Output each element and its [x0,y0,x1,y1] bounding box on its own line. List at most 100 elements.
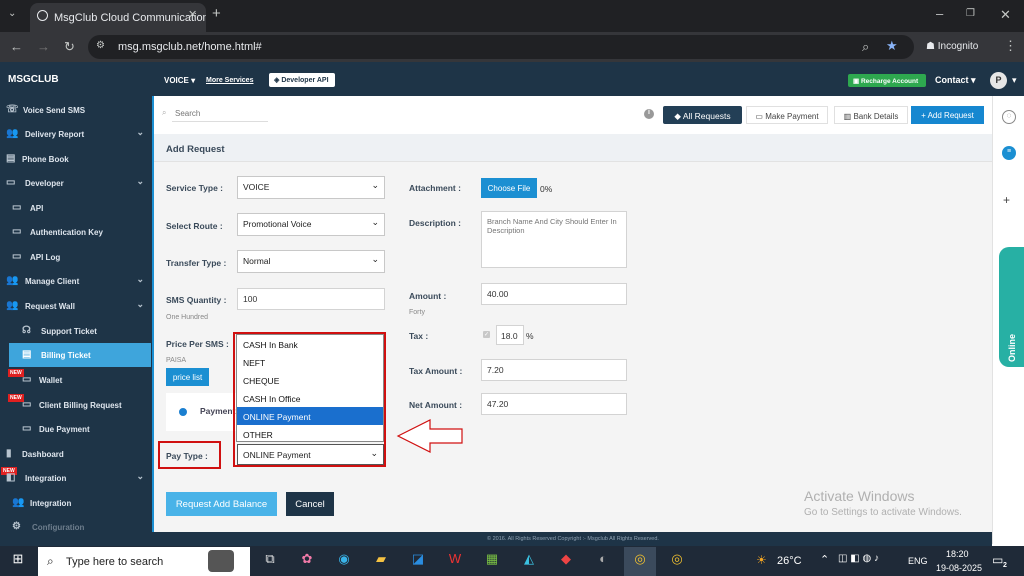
wps-icon[interactable]: W [443,551,467,566]
sidebar-item-api[interactable]: ▭ API [0,196,152,220]
option-online-payment[interactable]: ONLINE Payment [237,407,383,425]
route-select[interactable]: Promotional Voice ⌄ [237,213,385,236]
tax-input[interactable]: 18.0 [496,325,524,345]
sidebar-item-client-billing-request[interactable]: NEW ▭ Client Billing Request [0,393,152,417]
tax-checkbox[interactable]: ✓ [483,331,490,338]
incognito-badge[interactable]: ☗ Incognito [918,37,990,57]
sidebar-item-api-log[interactable]: ▭ API Log [0,245,152,269]
pay-type-dropdown: CASH In Bank NEFT CHEQUE CASH In Office … [236,334,384,442]
clock-time[interactable]: 18:20 [946,549,969,559]
voice-menu[interactable]: VOICE ▾ [164,76,195,85]
windows-start-icon[interactable]: ⊞ [6,551,30,567]
sidebar-item-integration[interactable]: 👥 Integration [0,491,152,515]
task-view-icon[interactable]: ⧉ [258,551,282,567]
price-list-button[interactable]: price list [166,368,209,386]
sidebar-item-support-ticket[interactable]: ☊ Support Ticket [0,319,152,343]
pay-type-select[interactable]: ONLINE Payment ⌄ [237,444,384,465]
list-icon[interactable]: ≡ [1002,146,1016,160]
file-explorer-icon[interactable]: ▰ [369,551,393,567]
make-payment-button[interactable]: ▭ Make Payment [746,106,828,124]
sidebar-item-request-wall[interactable]: 👥 Request Wall ⌄ [0,294,152,318]
weather-icon[interactable]: ☀ [756,553,767,567]
add-request-button[interactable]: + Add Request [911,106,984,124]
activate-windows-subtitle: Go to Settings to activate Windows. [804,507,962,518]
recharge-account-button[interactable]: ▣ Recharge Account [848,74,926,87]
tray-chevron-icon[interactable]: ⌃ [820,553,829,566]
sidebar-item-developer[interactable]: ▭ Developer ⌄ [0,171,152,195]
close-tab-icon[interactable]: ✕ [188,8,197,21]
option-cheque[interactable]: CHEQUE [237,371,383,389]
zoom-icon[interactable]: ⌕ [862,39,869,55]
cancel-button[interactable]: Cancel [286,492,334,516]
sidebar-item-phone-book[interactable]: ▤ Phone Book [0,147,152,171]
headset-icon[interactable]: ◌ [1002,110,1016,124]
avatar-chevron-icon[interactable]: ▾ [1012,75,1017,86]
chrome-icon[interactable]: ◎ [665,551,689,567]
bookmark-star-icon[interactable]: ★ [886,38,898,54]
option-cash-in-office[interactable]: CASH In Office [237,389,383,407]
search-input[interactable] [172,106,268,122]
temperature[interactable]: 26°C [777,555,802,567]
new-tab-icon[interactable]: + [212,5,221,22]
bank-details-button[interactable]: ▥ Bank Details [834,106,908,124]
sms-quantity-input[interactable]: 100 [237,288,385,310]
sidebar-item-voice-send-sms[interactable]: ☏ Voice Send SMS [0,98,152,122]
option-other[interactable]: OTHER [237,425,383,443]
back-icon[interactable]: ← [10,39,23,54]
sidebar-item-due-payment[interactable]: ▭ Due Payment [0,417,152,441]
info-icon[interactable]: i [644,109,654,119]
transfer-type-label: Transfer Type : [166,258,227,268]
add-icon[interactable]: + [1003,193,1010,207]
chrome-icon[interactable]: ◎ [628,551,652,567]
amount-input[interactable]: 40.00 [481,283,627,305]
anydesk-icon[interactable]: ◆ [554,551,578,567]
all-requests-button[interactable]: ◆ All Requests [663,106,742,124]
reload-icon[interactable]: ↻ [64,39,75,55]
description-textarea[interactable] [481,211,627,268]
pay-type-value: ONLINE Payment [243,450,311,460]
request-add-balance-button[interactable]: Request Add Balance [166,492,277,516]
edge-icon[interactable]: ◉ [332,551,356,567]
notifications-icon[interactable]: ▭ [992,553,1003,567]
avatar[interactable]: P [990,72,1007,89]
sidebar-item-integration-group[interactable]: NEW ◧ Integration ⌄ [0,466,152,490]
sidebar-item-dashboard[interactable]: ▮ Dashboard [0,442,152,466]
developer-api-button[interactable]: ◈ Developer API [269,73,335,87]
camera-icon[interactable] [208,550,234,572]
sidebar-item-authentication-key[interactable]: ▭ Authentication Key [0,220,152,244]
close-window-icon[interactable]: ✕ [1000,7,1011,23]
restore-icon[interactable]: ❐ [966,8,975,19]
copilot-icon[interactable]: ✿ [295,551,319,567]
option-neft[interactable]: NEFT [237,353,383,371]
tax-amount-input[interactable]: 7.20 [481,359,627,381]
sidebar-item-billing-ticket[interactable]: ▤ Billing Ticket [9,343,151,367]
spreadsheet-icon[interactable]: ▦ [480,551,504,567]
sidebar-item-manage-client[interactable]: 👥 Manage Client ⌄ [0,269,152,293]
app-icon[interactable]: ◐ [591,551,615,566]
more-services-link[interactable]: More Services [206,77,253,84]
contact-menu[interactable]: Contact ▾ [935,75,976,86]
language[interactable]: ENG [908,556,928,566]
browser-menu-icon[interactable]: ⋮ [1004,38,1017,54]
service-type-select[interactable]: VOICE ⌄ [237,176,385,199]
tray-icons[interactable]: ◫ ◧ ◍ ♪ [838,553,879,564]
chevron-down-icon: ⌄ [370,448,378,458]
brand-logo[interactable]: MSGCLUB [8,74,59,85]
option-cash-in-bank[interactable]: CASH In Bank [237,335,383,353]
outlook-icon[interactable]: ◪ [406,551,430,567]
choose-file-button[interactable]: Choose File [481,178,537,198]
url-field[interactable]: msg.msgclub.net/home.html# [88,35,914,59]
browser-tab[interactable]: MsgClub Cloud Communication [30,3,206,32]
minimize-icon[interactable]: – [936,6,943,21]
net-amount-input[interactable]: 47.20 [481,393,627,415]
clock-date[interactable]: 19-08-2025 [936,563,982,573]
transfer-type-select[interactable]: Normal ⌄ [237,250,385,273]
site-info-icon[interactable]: ⚙ [96,40,105,51]
payment-radio[interactable] [179,408,187,416]
app-icon[interactable]: ◭ [517,551,541,567]
sidebar-item-delivery-report[interactable]: 👥 Delivery Report ⌄ [0,122,152,146]
tab-list-icon[interactable]: ⌄ [8,8,16,19]
forward-icon[interactable]: → [37,39,50,54]
sidebar-item-wallet[interactable]: NEW ▭ Wallet [0,368,152,392]
net-amount-label: Net Amount : [409,400,463,410]
